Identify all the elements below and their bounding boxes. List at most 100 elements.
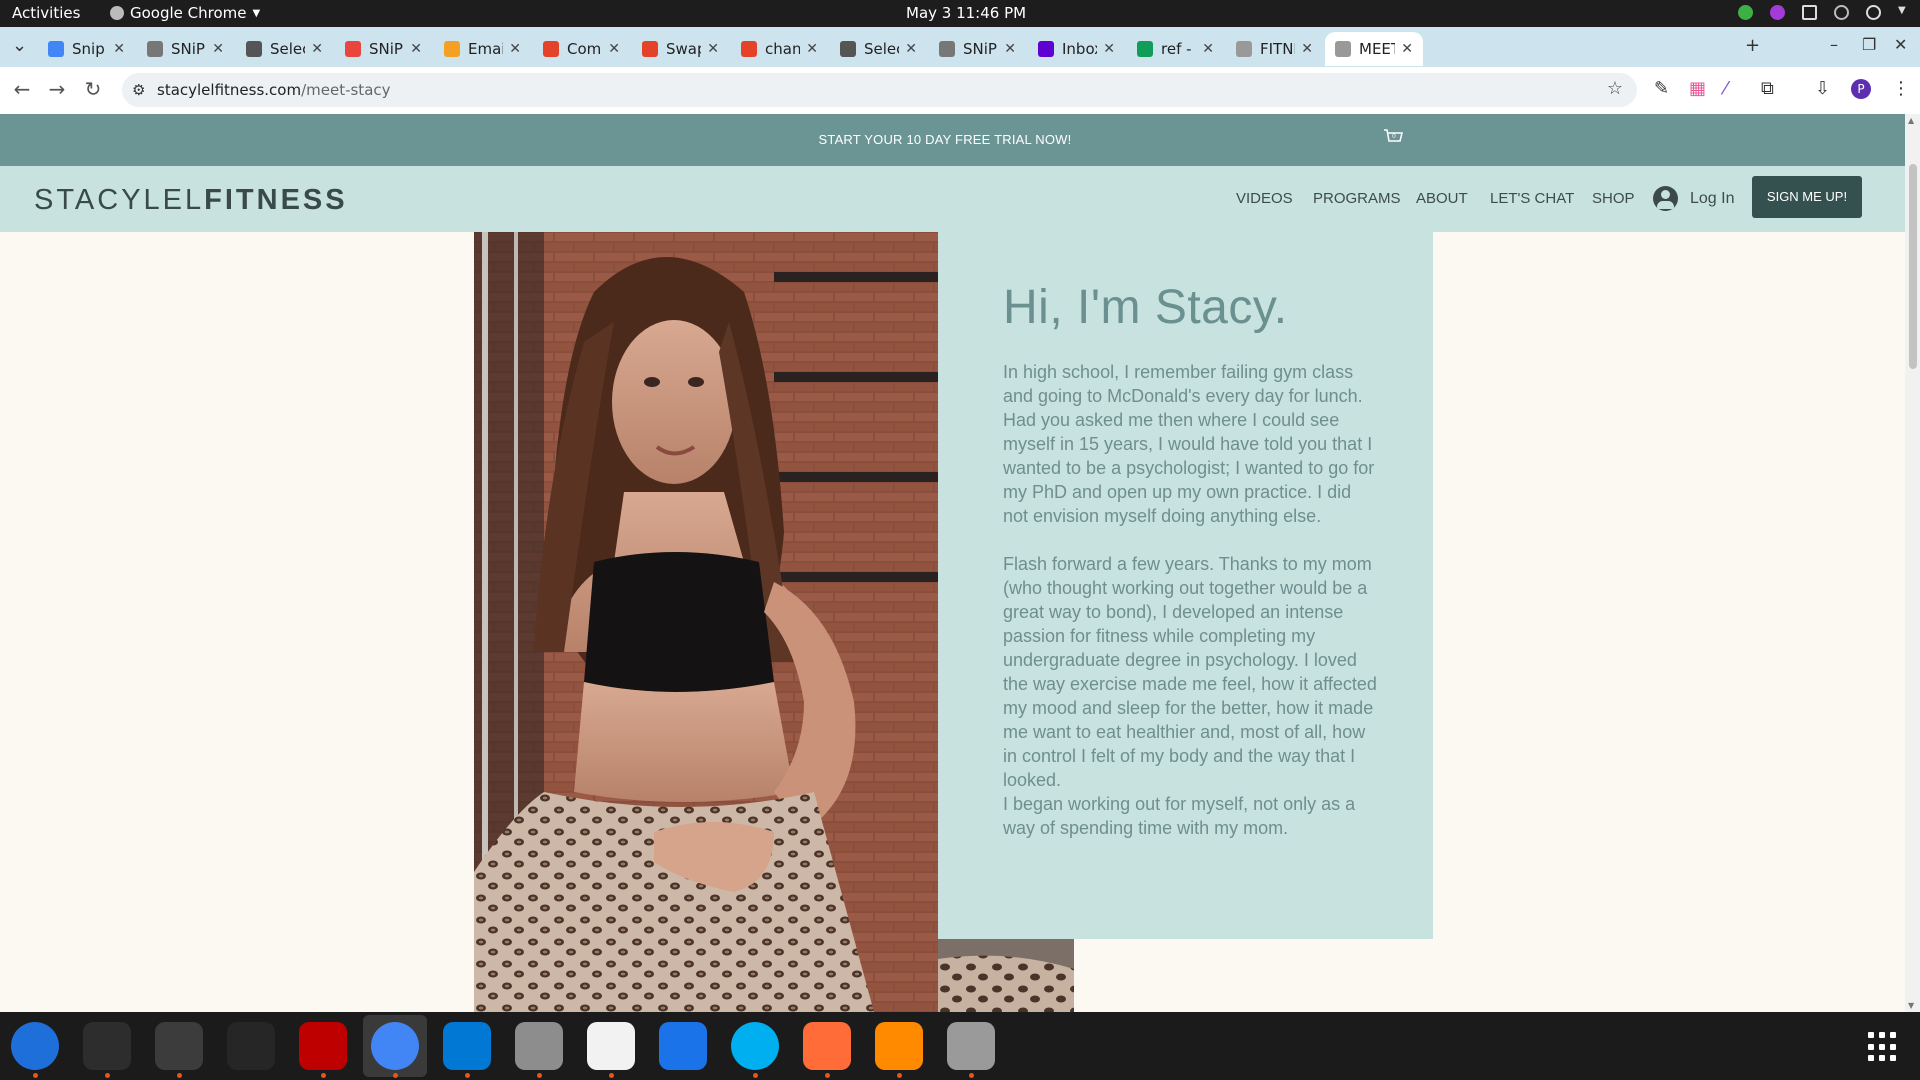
tab-label: Snip De (72, 40, 107, 58)
nav-videos[interactable]: VIDEOS (1236, 190, 1293, 207)
tab-favicon-icon (246, 41, 262, 57)
app-menu[interactable]: Google Chrome ▼ (110, 4, 260, 22)
about-paragraph-1: In high school, I remember failing gym c… (1003, 362, 1375, 526)
skype-icon[interactable] (731, 1022, 779, 1070)
promo-banner[interactable]: START YOUR 10 DAY FREE TRIAL NOW! 0 (0, 114, 1905, 166)
filezilla-icon[interactable] (299, 1022, 347, 1070)
close-tab-icon[interactable]: ✕ (212, 41, 224, 57)
nav-shop[interactable]: SHOP (1592, 190, 1635, 207)
close-tab-icon[interactable]: ✕ (1202, 41, 1214, 57)
cart-icon[interactable]: 0 (1382, 126, 1404, 148)
close-tab-icon[interactable]: ✕ (707, 41, 719, 57)
browser-tab[interactable]: MEET S ✕ (1325, 32, 1423, 66)
tab-label: SNiP Nu (963, 40, 998, 58)
tab-label: SNiP Nu (171, 40, 206, 58)
close-tab-icon[interactable]: ✕ (509, 41, 521, 57)
menu-kebab-icon[interactable]: ⋮ (1892, 78, 1910, 99)
promo-message[interactable]: START YOUR 10 DAY FREE TRIAL NOW! (0, 132, 1890, 147)
document-viewer-icon[interactable] (659, 1022, 707, 1070)
download-icon[interactable]: ⇩ (1815, 78, 1830, 99)
close-tab-icon[interactable]: ✕ (311, 41, 323, 57)
browser-tab[interactable]: SNiP Nu ✕ (929, 32, 1026, 66)
tab-search-button[interactable]: ⌄ (12, 35, 27, 56)
close-tab-icon[interactable]: ✕ (1401, 41, 1413, 57)
tab-label: Inbox (1062, 40, 1097, 58)
account-icon[interactable] (1653, 186, 1678, 211)
sign-me-up-button[interactable]: SIGN ME UP! (1752, 176, 1862, 218)
nav-about[interactable]: ABOUT (1416, 190, 1468, 207)
close-tab-icon[interactable]: ✕ (806, 41, 818, 57)
browser-tab[interactable]: Snip De ✕ (38, 32, 135, 66)
minimize-button[interactable]: – (1830, 35, 1838, 54)
site-logo[interactable]: STACYLELFITNESS (34, 184, 348, 217)
nav-lets-chat[interactable]: LET'S CHAT (1490, 190, 1574, 207)
url-text[interactable]: stacylelfitness.com/meet-stacy (157, 81, 391, 99)
browser-tab[interactable]: Select s ✕ (236, 32, 333, 66)
pen-extension-icon[interactable]: ⁄ (1724, 78, 1727, 99)
address-bar[interactable]: ⚙ stacylelfitness.com/meet-stacy ☆ (122, 73, 1637, 107)
scroll-up-icon[interactable]: ▲ (1908, 116, 1914, 125)
scroll-down-icon[interactable]: ▼ (1908, 1001, 1914, 1010)
text-editor-icon[interactable] (587, 1022, 635, 1070)
site-info-icon[interactable]: ⚙ (132, 81, 145, 99)
clock[interactable]: May 3 11:46 PM (906, 4, 1026, 22)
activities-button[interactable]: Activities (12, 4, 80, 22)
extensions-puzzle-icon[interactable]: ⧉ (1761, 78, 1774, 99)
disk-utility-icon[interactable] (947, 1022, 995, 1070)
eyedropper-extension-icon[interactable]: ✎ (1654, 78, 1669, 99)
close-tab-icon[interactable]: ✕ (1103, 41, 1115, 57)
scrollbar-thumb[interactable] (1909, 164, 1917, 369)
browser-tab[interactable]: change ✕ (731, 32, 828, 66)
browser-tab[interactable]: SNiP Nu ✕ (335, 32, 432, 66)
power-icon[interactable] (1866, 5, 1881, 20)
close-window-button[interactable]: ✕ (1894, 35, 1907, 54)
files-icon[interactable] (515, 1022, 563, 1070)
nav-programs[interactable]: PROGRAMS (1313, 190, 1401, 207)
tab-favicon-icon (1335, 41, 1351, 57)
tab-favicon-icon (1236, 41, 1252, 57)
system-tray[interactable]: ▼ (1738, 5, 1908, 20)
browser-window: ⌄ Snip De✕SNiP Nu✕Select s✕SNiP Nu✕Email… (0, 27, 1920, 114)
app-name: Google Chrome (130, 4, 247, 22)
maximize-button[interactable]: ❐ (1862, 35, 1876, 54)
browser-tab[interactable]: FITNES ✕ (1226, 32, 1323, 66)
reload-button[interactable]: ↻ (80, 77, 106, 101)
chevron-down-icon: ▼ (252, 7, 261, 19)
calculator-icon[interactable] (155, 1022, 203, 1070)
close-tab-icon[interactable]: ✕ (608, 41, 620, 57)
browser-tab[interactable]: SNiP Nu ✕ (137, 32, 234, 66)
close-tab-icon[interactable]: ✕ (410, 41, 422, 57)
new-tab-button[interactable]: + (1745, 35, 1760, 56)
chrome-small-icon (110, 6, 124, 20)
close-tab-icon[interactable]: ✕ (1004, 41, 1016, 57)
volume-icon[interactable] (1834, 5, 1849, 20)
profile-avatar[interactable]: P (1851, 79, 1871, 99)
browser-tab[interactable]: Inbox ✕ (1028, 32, 1125, 66)
chevron-down-icon[interactable]: ▼ (1898, 5, 1908, 20)
color-picker-icon[interactable] (1770, 5, 1785, 20)
show-apps-icon[interactable] (1868, 1032, 1898, 1062)
postman-icon[interactable] (803, 1022, 851, 1070)
chrome-icon[interactable] (371, 1022, 419, 1070)
browser-tab[interactable]: Swapni ✕ (632, 32, 729, 66)
terminal-icon[interactable] (83, 1022, 131, 1070)
forward-button[interactable]: → (44, 77, 70, 101)
system-monitor-icon[interactable] (227, 1022, 275, 1070)
close-tab-icon[interactable]: ✕ (905, 41, 917, 57)
close-tab-icon[interactable]: ✕ (1301, 41, 1313, 57)
blender-like-icon[interactable] (875, 1022, 923, 1070)
back-button[interactable]: ← (9, 77, 35, 101)
browser-tab[interactable]: ref - Go ✕ (1127, 32, 1224, 66)
network-icon[interactable] (1802, 5, 1817, 20)
browser-tab[interactable]: Commi ✕ (533, 32, 630, 66)
update-icon[interactable] (1738, 5, 1753, 20)
page-scrollbar[interactable]: ▲ ▼ (1905, 114, 1920, 1012)
bookmark-star-icon[interactable]: ☆ (1607, 78, 1623, 99)
login-link[interactable]: Log In (1690, 190, 1734, 208)
browser-tab[interactable]: Select c ✕ (830, 32, 927, 66)
browser-tab[interactable]: Email H ✕ (434, 32, 531, 66)
thunderbird-icon[interactable] (11, 1022, 59, 1070)
close-tab-icon[interactable]: ✕ (113, 41, 125, 57)
calendar-extension-icon[interactable]: ▦ (1689, 78, 1706, 99)
vscode-icon[interactable] (443, 1022, 491, 1070)
